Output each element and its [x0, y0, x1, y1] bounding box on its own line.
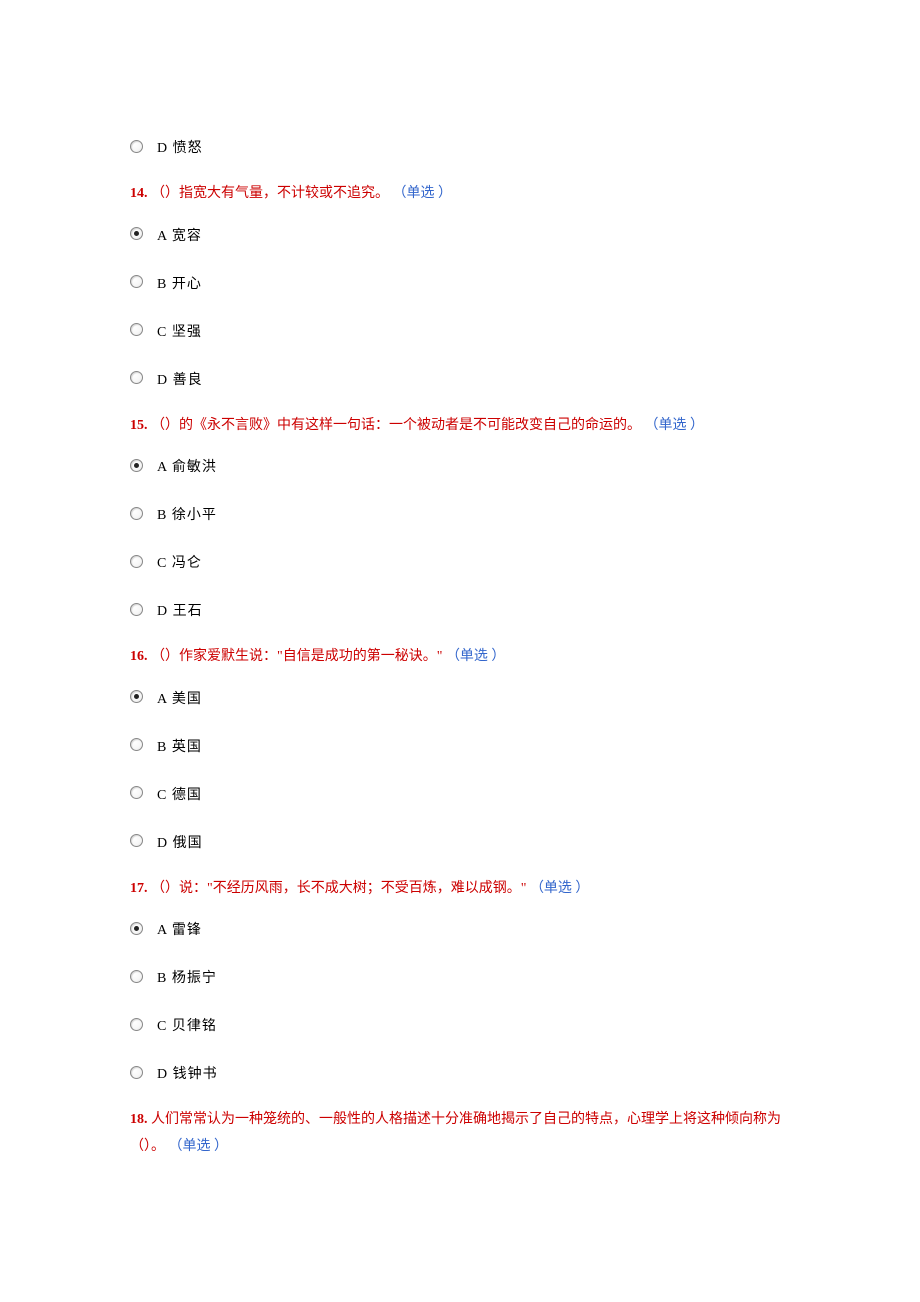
radio-icon[interactable]: [130, 371, 143, 384]
question-number: 18.: [130, 1112, 148, 1127]
radio-icon[interactable]: [130, 738, 143, 751]
option-row[interactable]: A 雷锋: [130, 915, 790, 941]
option-row[interactable]: C 坚强: [130, 317, 790, 343]
question-type-tag: （单选 ）: [446, 649, 506, 664]
option-row[interactable]: D 王石: [130, 596, 790, 622]
option-label: C 冯仑: [157, 548, 202, 574]
question-text: （）作家爱默生说："自信是成功的第一秘诀。": [148, 649, 446, 664]
radio-icon[interactable]: [130, 834, 143, 847]
question-number: 16.: [130, 649, 148, 664]
option-label: C 坚强: [157, 317, 202, 343]
option-label: B 开心: [157, 269, 202, 295]
option-label: C 德国: [157, 780, 202, 806]
option-label: D 钱钟书: [157, 1059, 218, 1085]
option-label: C 贝律铭: [157, 1011, 217, 1037]
option-row[interactable]: A 宽容: [130, 221, 790, 247]
question-type-tag: （单选 ）: [645, 418, 705, 433]
option-label: D 俄国: [157, 828, 203, 854]
option-label: B 徐小平: [157, 500, 217, 526]
question-stem: 16. （）作家爱默生说："自信是成功的第一秘诀。" （单选 ）: [130, 644, 790, 671]
option-row[interactable]: B 徐小平: [130, 500, 790, 526]
radio-icon[interactable]: [130, 603, 143, 616]
option-label: A 宽容: [157, 221, 202, 247]
radio-icon[interactable]: [130, 507, 143, 520]
question-text: （）说："不经历风雨，长不成大树；不受百炼，难以成钢。": [148, 881, 530, 896]
question-stem: 15. （）的《永不言败》中有这样一句话：一个被动者是不可能改变自己的命运的。 …: [130, 413, 790, 440]
option-label: D 愤怒: [157, 133, 203, 159]
radio-icon[interactable]: [130, 323, 143, 336]
question-text: （）指宽大有气量，不计较或不追究。: [148, 186, 393, 201]
radio-icon[interactable]: [130, 970, 143, 983]
option-row[interactable]: D 钱钟书: [130, 1059, 790, 1085]
question-type-tag: （单选 ）: [169, 1139, 229, 1154]
option-row[interactable]: B 杨振宁: [130, 963, 790, 989]
option-row[interactable]: B 英国: [130, 732, 790, 758]
option-label: B 杨振宁: [157, 963, 217, 989]
question-text: （）的《永不言败》中有这样一句话：一个被动者是不可能改变自己的命运的。: [148, 418, 645, 433]
option-label: A 美国: [157, 684, 202, 710]
option-row[interactable]: A 俞敏洪: [130, 452, 790, 478]
question-number: 15.: [130, 418, 148, 433]
option-label: B 英国: [157, 732, 202, 758]
option-row[interactable]: D 善良: [130, 365, 790, 391]
option-label: A 俞敏洪: [157, 452, 217, 478]
option-row[interactable]: D 俄国: [130, 828, 790, 854]
question-number: 17.: [130, 881, 148, 896]
radio-icon[interactable]: [130, 922, 143, 935]
option-row[interactable]: B 开心: [130, 269, 790, 295]
radio-icon[interactable]: [130, 275, 143, 288]
option-row[interactable]: C 德国: [130, 780, 790, 806]
option-row[interactable]: C 贝律铭: [130, 1011, 790, 1037]
question-number: 14.: [130, 186, 148, 201]
radio-icon[interactable]: [130, 555, 143, 568]
option-row[interactable]: D 愤怒: [130, 133, 790, 159]
option-row[interactable]: A 美国: [130, 684, 790, 710]
radio-icon[interactable]: [130, 690, 143, 703]
radio-icon[interactable]: [130, 140, 143, 153]
radio-icon[interactable]: [130, 786, 143, 799]
question-stem: 18. 人们常常认为一种笼统的、一般性的人格描述十分准确地揭示了自己的特点，心理…: [130, 1107, 790, 1160]
option-label: D 善良: [157, 365, 203, 391]
radio-icon[interactable]: [130, 459, 143, 472]
radio-icon[interactable]: [130, 1066, 143, 1079]
option-row[interactable]: C 冯仑: [130, 548, 790, 574]
radio-icon[interactable]: [130, 1018, 143, 1031]
option-label: D 王石: [157, 596, 203, 622]
radio-icon[interactable]: [130, 227, 143, 240]
question-type-tag: （单选 ）: [530, 881, 590, 896]
question-stem: 17. （）说："不经历风雨，长不成大树；不受百炼，难以成钢。" （单选 ）: [130, 876, 790, 903]
question-type-tag: （单选 ）: [393, 186, 453, 201]
question-stem: 14. （）指宽大有气量，不计较或不追究。 （单选 ）: [130, 181, 790, 208]
option-label: A 雷锋: [157, 915, 202, 941]
